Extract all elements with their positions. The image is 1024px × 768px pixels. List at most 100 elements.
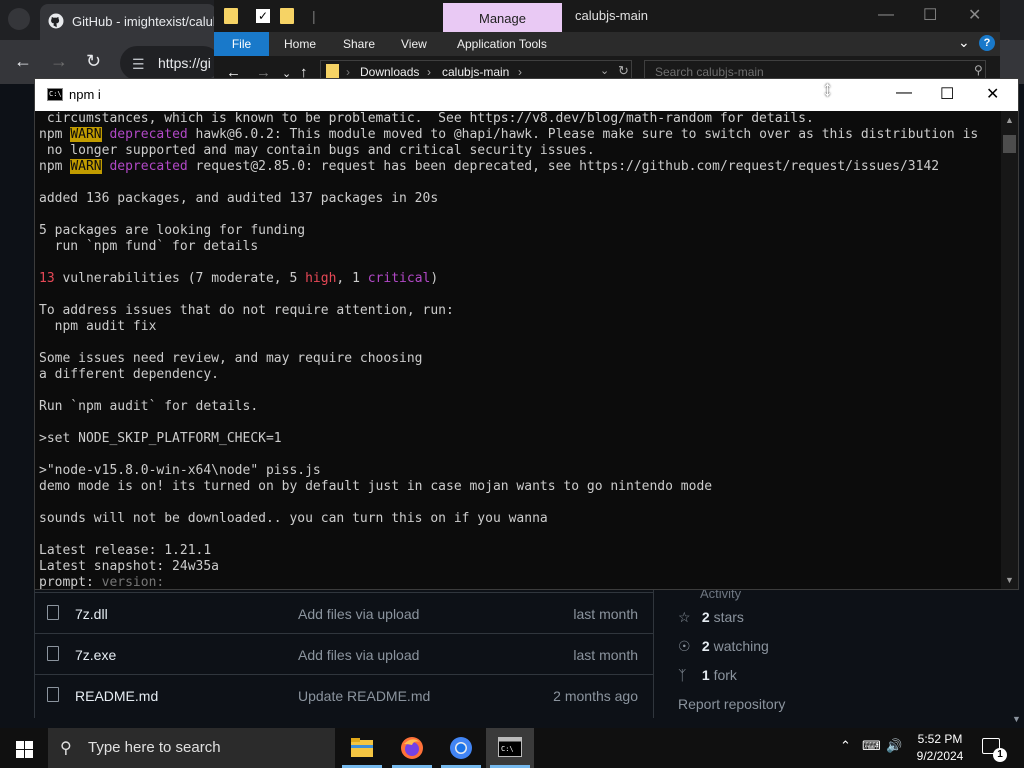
terminal-text: request@2.85.0: request has been depreca… <box>187 159 940 174</box>
watching-label: watching <box>713 638 769 654</box>
terminal-text: , 1 <box>336 271 368 286</box>
table-row[interactable]: 7z.exe Add files via upload last month <box>35 633 653 674</box>
terminal-line: a different dependency. <box>39 367 1001 383</box>
terminal-line: demo mode is on! its turned on by defaul… <box>39 479 1001 495</box>
warn-badge: WARN <box>70 127 102 142</box>
ribbon-tab-view[interactable]: View <box>401 37 427 51</box>
terminal-text: deprecated <box>109 127 188 142</box>
folder-icon[interactable] <box>224 8 238 24</box>
volume-icon[interactable]: 🔊 <box>886 738 902 754</box>
chrome-taskbar-button[interactable] <box>437 728 485 768</box>
file-list: 7z.dll Add files via upload last month 7… <box>34 590 654 718</box>
forks-count: 1 <box>701 667 710 683</box>
command-prompt-window[interactable]: C:\ npm i — ☐ ✕ circumstances, which is … <box>34 78 1019 590</box>
forks-label: fork <box>713 667 737 683</box>
commit-message[interactable]: Add files via upload <box>298 647 419 663</box>
explorer-window-title: calubjs-main <box>575 8 648 23</box>
terminal-text: Latest release: 1.21.1 <box>39 543 212 558</box>
clock-time: 5:52 PM <box>917 732 963 746</box>
report-repository-link[interactable]: Report repository <box>678 696 785 716</box>
firefox-taskbar-button[interactable] <box>388 728 436 768</box>
scrollbar-thumb[interactable] <box>1003 135 1016 153</box>
tab-manage[interactable]: Manage <box>443 3 562 32</box>
file-explorer-taskbar-button[interactable] <box>338 728 386 768</box>
commit-date: last month <box>573 647 638 663</box>
terminal-line: To address issues that do not require at… <box>39 303 1001 319</box>
breadcrumb-calubjs-main[interactable]: calubjs-main <box>442 65 509 79</box>
terminal-line: 13 vulnerabilities (7 moderate, 5 high, … <box>39 271 1001 287</box>
address-bar-url: https://gi <box>158 55 211 71</box>
scrollbar[interactable] <box>1001 111 1018 589</box>
terminal-text: npm <box>39 159 71 174</box>
maximize-icon[interactable]: ☐ <box>923 5 937 25</box>
terminal-text: demo mode is on! its turned on by defaul… <box>39 479 713 494</box>
commit-message[interactable]: Update README.md <box>298 688 430 704</box>
quick-access-separator: | <box>312 8 316 24</box>
repo-sidebar: ☆ 2 stars ☉ 2 watching ᛉ 1 fork Report r… <box>670 590 1020 720</box>
github-icon <box>48 13 64 29</box>
cmd-taskbar-button[interactable]: C:\ <box>486 728 534 768</box>
tab-search-button[interactable] <box>8 8 30 30</box>
terminal-line: npm WARN deprecated request@2.85.0: requ… <box>39 159 1001 175</box>
terminal-text: >"node-v15.8.0-win-x64\node" piss.js <box>39 463 321 478</box>
stars-count: 2 <box>701 609 710 625</box>
start-button[interactable] <box>0 728 48 768</box>
new-folder-icon[interactable] <box>280 8 294 24</box>
table-row[interactable]: README.md Update README.md 2 months ago <box>35 674 653 715</box>
properties-icon[interactable]: ✓ <box>256 9 270 23</box>
chevron-down-icon[interactable]: ⌄ <box>600 64 609 77</box>
terminal-text: npm <box>39 127 71 142</box>
close-icon[interactable]: ✕ <box>986 84 999 104</box>
breadcrumb-separator: › <box>346 65 350 79</box>
minimize-icon[interactable]: — <box>896 84 912 102</box>
terminal-line: added 136 packages, and audited 137 pack… <box>39 191 1001 207</box>
file-name[interactable]: 7z.exe <box>75 647 116 663</box>
scroll-up-arrow-icon[interactable]: ▲ <box>1005 115 1014 125</box>
reload-icon[interactable]: ↻ <box>86 51 101 72</box>
show-hidden-icons-chevron-icon[interactable]: ⌃ <box>840 738 851 754</box>
browser-tab-github[interactable]: GitHub - imightexist/calub <box>40 4 216 40</box>
terminal-icon: C:\ <box>47 88 63 101</box>
forward-arrow-icon[interactable]: → <box>50 51 68 72</box>
terminal-text: ) <box>430 271 439 286</box>
maximize-icon[interactable]: ☐ <box>940 84 954 104</box>
back-arrow-icon[interactable]: ← <box>14 51 32 72</box>
terminal-text: Run `npm audit` for details. <box>39 399 259 414</box>
commit-message[interactable]: Add files via upload <box>298 606 419 622</box>
taskbar-search-box[interactable]: Type here to search <box>48 728 335 768</box>
terminal-line: Latest snapshot: 24w35a <box>39 559 1001 575</box>
site-info-icon[interactable]: ☰ <box>132 56 145 73</box>
terminal-output[interactable]: circumstances, which is known to be prob… <box>39 111 1001 589</box>
refresh-icon[interactable]: ↻ <box>618 63 629 79</box>
help-icon[interactable]: ? <box>979 35 995 51</box>
network-icon[interactable]: ⌨ <box>862 738 881 754</box>
watching-link[interactable]: ☉ 2 watching <box>678 638 769 658</box>
cmd-titlebar[interactable] <box>35 79 1018 111</box>
ribbon-tab-home[interactable]: Home <box>284 37 316 51</box>
stars-label: stars <box>713 609 744 625</box>
scroll-down-arrow-icon[interactable]: ▼ <box>1005 575 1014 585</box>
chevron-down-icon[interactable]: ⌄ <box>958 34 970 51</box>
close-icon[interactable]: ✕ <box>968 5 981 25</box>
terminal-line: 5 packages are looking for funding <box>39 223 1001 239</box>
table-row[interactable]: 7z.dll Add files via upload last month <box>35 592 653 633</box>
ribbon-tab-application-tools[interactable]: Application Tools <box>457 37 547 51</box>
forks-link[interactable]: ᛉ 1 fork <box>678 667 737 687</box>
file-name[interactable]: 7z.dll <box>75 606 108 622</box>
ribbon-tab-share[interactable]: Share <box>343 37 375 51</box>
chrome-icon <box>450 737 472 759</box>
scroll-down-arrow-icon[interactable]: ▼ <box>1012 714 1021 724</box>
stars-link[interactable]: ☆ 2 stars <box>678 609 744 629</box>
system-clock[interactable]: 5:52 PM 9/2/2024 <box>910 731 970 765</box>
file-name[interactable]: README.md <box>75 688 158 704</box>
ribbon-tab-file[interactable]: File <box>214 32 269 56</box>
breadcrumb-downloads[interactable]: Downloads <box>360 65 419 79</box>
terminal-line: Some issues need review, and may require… <box>39 351 1001 367</box>
minimize-icon[interactable]: — <box>878 6 894 24</box>
